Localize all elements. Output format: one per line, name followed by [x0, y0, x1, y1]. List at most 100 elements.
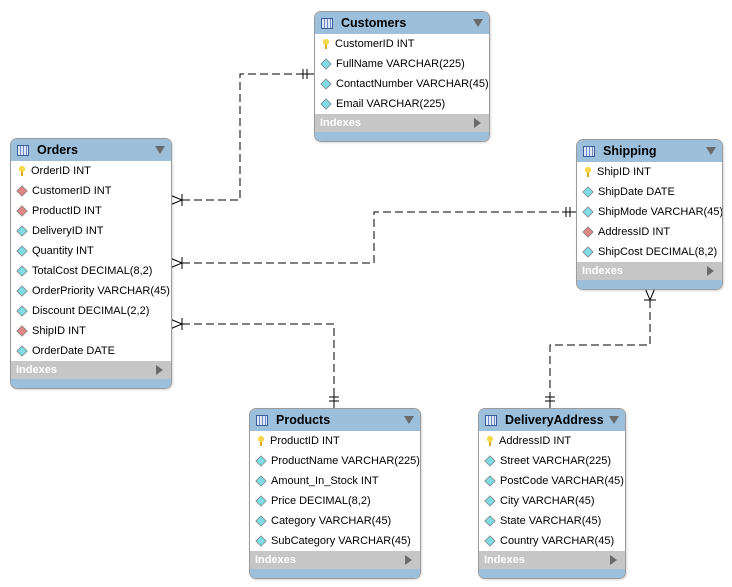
table-icon — [17, 144, 29, 156]
column-row[interactable]: OrderID INT — [11, 161, 171, 181]
crowsfoot-orders-customers — [169, 194, 188, 206]
column-row[interactable]: TotalCost DECIMAL(8,2) — [11, 261, 171, 281]
column-label: ShipID INT — [32, 325, 86, 337]
table-header[interactable]: Products — [250, 409, 420, 431]
table-footer — [315, 132, 489, 141]
column-row[interactable]: Street VARCHAR(225) — [479, 451, 625, 471]
column-diamond-icon — [320, 58, 332, 70]
table-header[interactable]: Shipping — [577, 140, 722, 162]
column-diamond-icon — [16, 225, 28, 237]
column-diamond-icon — [16, 245, 28, 257]
table-icon — [485, 414, 497, 426]
column-row[interactable]: ShipID INT — [577, 162, 722, 182]
expand-arrow-icon[interactable] — [156, 365, 163, 375]
onemark-products — [329, 394, 339, 408]
column-label: AddressID INT — [598, 226, 671, 238]
column-label: DeliveryID INT — [32, 225, 104, 237]
column-row[interactable]: OrderPriority VARCHAR(45) — [11, 281, 171, 301]
column-row[interactable]: FullName VARCHAR(225) — [315, 54, 489, 74]
column-row[interactable]: ProductName VARCHAR(225) — [250, 451, 420, 471]
table-orders[interactable]: Orders OrderID INT CustomerID INT ProductI… — [10, 138, 172, 389]
indexes-section[interactable]: Indexes — [479, 551, 625, 569]
indexes-label: Indexes — [255, 554, 296, 566]
column-row[interactable]: Email VARCHAR(225) — [315, 94, 489, 114]
column-row[interactable]: ShipDate DATE — [577, 182, 722, 202]
table-name: Orders — [37, 143, 78, 157]
column-row[interactable]: CustomerID INT — [315, 34, 489, 54]
column-row[interactable]: ContactNumber VARCHAR(45) — [315, 74, 489, 94]
column-label: Discount DECIMAL(2,2) — [32, 305, 150, 317]
column-diamond-icon — [16, 345, 28, 357]
indexes-section[interactable]: Indexes — [11, 361, 171, 379]
column-row[interactable]: CustomerID INT — [11, 181, 171, 201]
indexes-section[interactable]: Indexes — [577, 262, 722, 280]
primary-key-icon — [323, 39, 329, 49]
table-header[interactable]: Customers — [315, 12, 489, 34]
column-row[interactable]: ShipMode VARCHAR(45) — [577, 202, 722, 222]
column-row[interactable]: ProductID INT — [11, 201, 171, 221]
expand-arrow-icon[interactable] — [405, 555, 412, 565]
table-name: Customers — [341, 16, 407, 30]
column-row[interactable]: ShipID INT — [11, 321, 171, 341]
onemark-shipping — [562, 207, 576, 217]
expand-arrow-icon[interactable] — [474, 118, 481, 128]
collapse-arrow-icon[interactable] — [609, 416, 619, 424]
table-icon — [321, 17, 333, 29]
column-row[interactable]: Quantity INT — [11, 241, 171, 261]
column-label: FullName VARCHAR(225) — [336, 58, 465, 70]
column-label: State VARCHAR(45) — [500, 515, 602, 527]
table-products[interactable]: Products ProductID INT ProductName VARCHA… — [249, 408, 421, 579]
table-header[interactable]: Orders — [11, 139, 171, 161]
column-label: PostCode VARCHAR(45) — [500, 475, 624, 487]
column-row[interactable]: SubCategory VARCHAR(45) — [250, 531, 420, 551]
indexes-label: Indexes — [484, 554, 525, 566]
primary-key-icon — [585, 167, 591, 177]
column-row[interactable]: PostCode VARCHAR(45) — [479, 471, 625, 491]
column-row[interactable]: Discount DECIMAL(2,2) — [11, 301, 171, 321]
column-row[interactable]: AddressID INT — [479, 431, 625, 451]
rel-orders-customers — [182, 73, 300, 201]
indexes-section[interactable]: Indexes — [315, 114, 489, 132]
column-row[interactable]: DeliveryID INT — [11, 221, 171, 241]
rel-shipping-deliveryaddress — [549, 300, 651, 394]
column-label: CustomerID INT — [335, 38, 415, 50]
column-row[interactable]: ShipCost DECIMAL(8,2) — [577, 242, 722, 262]
column-diamond-icon — [16, 285, 28, 297]
column-diamond-icon — [255, 535, 267, 547]
column-label: ShipCost DECIMAL(8,2) — [598, 246, 718, 258]
collapse-arrow-icon[interactable] — [155, 146, 165, 154]
column-label: ShipID INT — [597, 166, 651, 178]
column-diamond-icon — [16, 305, 28, 317]
table-footer — [250, 569, 420, 578]
table-deliveryaddress[interactable]: DeliveryAddress AddressID INT Street VARC… — [478, 408, 626, 579]
column-label: ProductID INT — [32, 205, 102, 217]
table-icon — [256, 414, 268, 426]
table-shipping[interactable]: Shipping ShipID INT ShipDate DATE ShipMode… — [576, 139, 723, 290]
collapse-arrow-icon[interactable] — [706, 147, 716, 155]
column-label: ProductName VARCHAR(225) — [271, 455, 420, 467]
expand-arrow-icon[interactable] — [610, 555, 617, 565]
column-row[interactable]: Price DECIMAL(8,2) — [250, 491, 420, 511]
collapse-arrow-icon[interactable] — [473, 19, 483, 27]
column-row[interactable]: OrderDate DATE — [11, 341, 171, 361]
column-row[interactable]: Category VARCHAR(45) — [250, 511, 420, 531]
indexes-section[interactable]: Indexes — [250, 551, 420, 569]
column-label: Quantity INT — [32, 245, 94, 257]
table-customers[interactable]: Customers CustomerID INT FullName VARCHAR… — [314, 11, 490, 142]
column-row[interactable]: City VARCHAR(45) — [479, 491, 625, 511]
table-header[interactable]: DeliveryAddress — [479, 409, 625, 431]
table-name: Shipping — [603, 144, 657, 158]
column-row[interactable]: Country VARCHAR(45) — [479, 531, 625, 551]
column-row[interactable]: ProductID INT — [250, 431, 420, 451]
collapse-arrow-icon[interactable] — [404, 416, 414, 424]
column-row[interactable]: AddressID INT — [577, 222, 722, 242]
column-label: ProductID INT — [270, 435, 340, 447]
crowsfoot-shipping-deliveryaddress — [644, 287, 656, 306]
expand-arrow-icon[interactable] — [707, 266, 714, 276]
column-row[interactable]: State VARCHAR(45) — [479, 511, 625, 531]
table-name: Products — [276, 413, 331, 427]
column-diamond-icon — [582, 246, 594, 258]
column-row[interactable]: Amount_In_Stock INT — [250, 471, 420, 491]
column-diamond-icon — [484, 535, 496, 547]
indexes-label: Indexes — [16, 364, 57, 376]
